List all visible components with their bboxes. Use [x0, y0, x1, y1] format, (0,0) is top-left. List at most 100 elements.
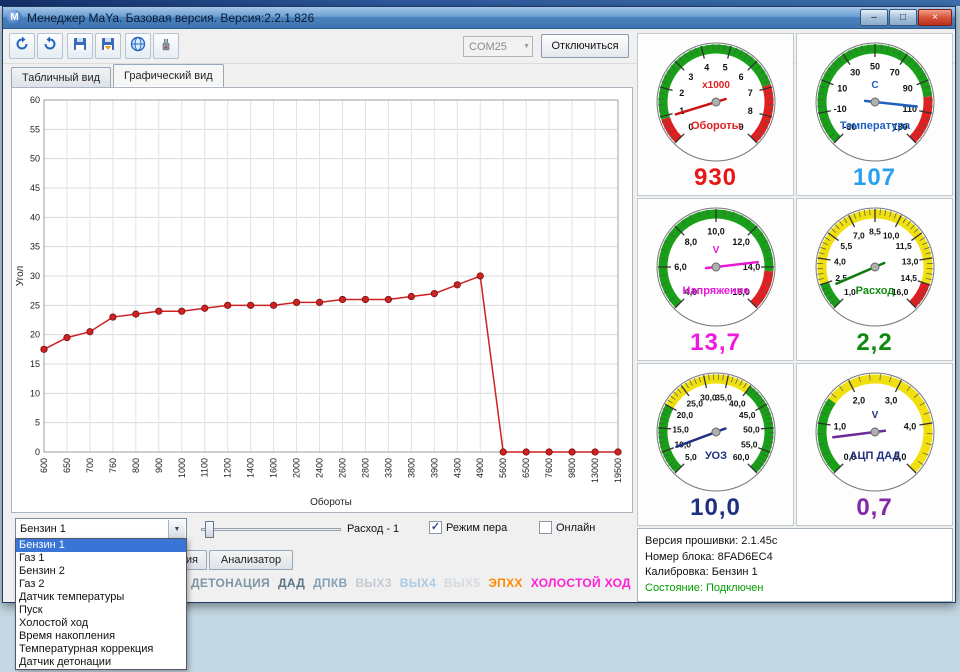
flow-slider[interactable] [201, 521, 341, 538]
svg-text:60: 60 [30, 95, 40, 105]
chevron-down-icon[interactable]: ▼ [168, 520, 185, 538]
svg-text:4,0: 4,0 [903, 421, 916, 431]
dropdown-item[interactable]: Датчик детонации [16, 656, 186, 669]
connect-device-button[interactable] [153, 33, 179, 59]
dropdown-item[interactable]: Пуск [16, 604, 186, 617]
gauge-voltage: 4,0 6,0 8,0 10,0 12,0 14,0 16,0 V Напряжение 13,7 [637, 198, 794, 361]
gauge-panel-grid: 0 1 2 3 4 5 6 7 8 9 x1000 Обороты 930 -30 -10 10 30 50 70 9… [637, 33, 953, 526]
svg-text:1000: 1000 [177, 458, 187, 478]
svg-text:1600: 1600 [269, 458, 279, 478]
pen-mode-checkbox[interactable]: ✓ Режим пера [429, 521, 507, 534]
online-label: Онлайн [556, 521, 596, 534]
svg-text:70: 70 [889, 67, 899, 77]
dropdown-item[interactable]: Время накопления [16, 630, 186, 643]
svg-text:5,5: 5,5 [840, 241, 852, 251]
app-icon: M [7, 10, 22, 25]
dropdown-item[interactable]: Бензин 1 [16, 539, 186, 552]
svg-text:900: 900 [154, 458, 164, 473]
svg-text:5600: 5600 [498, 458, 508, 478]
svg-text:3800: 3800 [406, 458, 416, 478]
svg-text:8,5: 8,5 [869, 227, 881, 237]
tab-analyzer[interactable]: Анализатор [209, 550, 293, 570]
checkbox-check-icon[interactable]: ✓ [429, 521, 442, 534]
com-port-select[interactable]: COM25 ▼ [463, 36, 533, 57]
svg-text:700: 700 [85, 458, 95, 473]
status-indicator: ЭПХХ [488, 576, 523, 590]
svg-text:10,0: 10,0 [882, 230, 899, 240]
svg-text:2,0: 2,0 [852, 395, 865, 405]
dropdown-item[interactable]: Газ 1 [16, 552, 186, 565]
svg-text:0: 0 [35, 447, 40, 457]
svg-text:25: 25 [30, 300, 40, 310]
svg-text:2000: 2000 [292, 458, 302, 478]
svg-text:55: 55 [30, 124, 40, 134]
gauge-value: 930 [693, 164, 738, 191]
status-indicator: ДЕТОНАЦИЯ [191, 576, 270, 590]
svg-text:3: 3 [688, 72, 693, 82]
status-indicator: ВЫХ4 [399, 576, 437, 590]
svg-text:-10: -10 [833, 104, 846, 114]
online-checkbox[interactable]: Онлайн [539, 521, 595, 534]
svg-text:6,0: 6,0 [674, 262, 687, 272]
dropdown-item[interactable]: Датчик температуры [16, 591, 186, 604]
com-port-value: COM25 [469, 40, 507, 53]
dropdown-item[interactable]: Холостой ход [16, 617, 186, 630]
svg-text:5,0: 5,0 [684, 452, 696, 462]
tab-table-view[interactable]: Табличный вид [11, 67, 112, 87]
gauge-value: 10,0 [690, 494, 741, 521]
firmware-version: Версия прошивки: 2.1.45c [645, 535, 778, 547]
svg-text:3900: 3900 [429, 458, 439, 478]
svg-text:45,0: 45,0 [738, 410, 755, 420]
gauge-flow: 1,0 2,5 4,0 5,5 7,0 8,5 10,0 11,5 13,0 14,5 16,0 Ра… [796, 198, 953, 361]
dropdown-item[interactable]: Газ 2 [16, 578, 186, 591]
svg-text:50: 50 [869, 62, 879, 72]
load-file-button[interactable] [95, 33, 121, 59]
web-button[interactable] [125, 33, 151, 59]
titlebar[interactable]: M Менеджер MaYa. Базовая версия. Версия:… [3, 7, 955, 29]
svg-text:УОЗ: УОЗ [704, 450, 726, 462]
svg-text:3,0: 3,0 [884, 395, 897, 405]
svg-text:4: 4 [704, 63, 709, 73]
calibration-select[interactable]: Бензин 1 ▼ [15, 518, 187, 540]
disconnect-button[interactable]: Отключиться [541, 34, 629, 58]
svg-text:1200: 1200 [223, 458, 233, 478]
svg-text:Угол: Угол [15, 266, 26, 287]
gauge-dial: 4,06,08,010,012,014,016,0VНапряжение [656, 207, 775, 327]
svg-text:35: 35 [30, 242, 40, 252]
gauge-dial: 5,010,015,020,025,030,035,040,045,050,05… [656, 372, 775, 492]
svg-text:2: 2 [679, 88, 684, 98]
status-indicator: ДАД [277, 576, 306, 590]
svg-text:5: 5 [35, 418, 40, 428]
globe-icon [130, 36, 146, 57]
svg-text:Температура: Температура [839, 120, 910, 132]
write-to-ecu-button[interactable] [37, 33, 63, 59]
refresh-cw-icon [42, 36, 58, 57]
slider-track[interactable] [201, 528, 341, 531]
tab-graphic-view[interactable]: Графический вид [113, 64, 224, 87]
svg-text:800: 800 [131, 458, 141, 473]
dropdown-item[interactable]: Бензин 2 [16, 565, 186, 578]
svg-text:V: V [871, 410, 878, 421]
svg-text:1400: 1400 [246, 458, 256, 478]
slider-thumb[interactable] [205, 521, 214, 538]
pen-mode-label: Режим пера [446, 521, 508, 534]
read-from-ecu-button[interactable] [9, 33, 35, 59]
refresh-ccw-icon [14, 36, 30, 57]
svg-text:4,0: 4,0 [834, 256, 846, 266]
close-button[interactable]: × [918, 9, 952, 26]
save-file-button[interactable] [67, 33, 93, 59]
checkbox-empty-icon[interactable] [539, 521, 552, 534]
maximize-button[interactable]: □ [889, 9, 917, 26]
svg-text:2600: 2600 [337, 458, 347, 478]
svg-text:50,0: 50,0 [743, 424, 760, 434]
svg-text:C: C [871, 80, 878, 91]
chevron-down-icon: ▼ [523, 43, 530, 50]
flow-slider-label: Расход - 1 [347, 523, 400, 535]
svg-text:15: 15 [30, 359, 40, 369]
floppy-disk-arrow-icon [100, 36, 116, 57]
minimize-button[interactable]: – [860, 9, 888, 26]
svg-text:Расход: Расход [855, 285, 894, 297]
svg-text:4900: 4900 [475, 458, 485, 478]
dropdown-item[interactable]: Температурная коррекция [16, 643, 186, 656]
gauge-value: 107 [852, 164, 897, 191]
